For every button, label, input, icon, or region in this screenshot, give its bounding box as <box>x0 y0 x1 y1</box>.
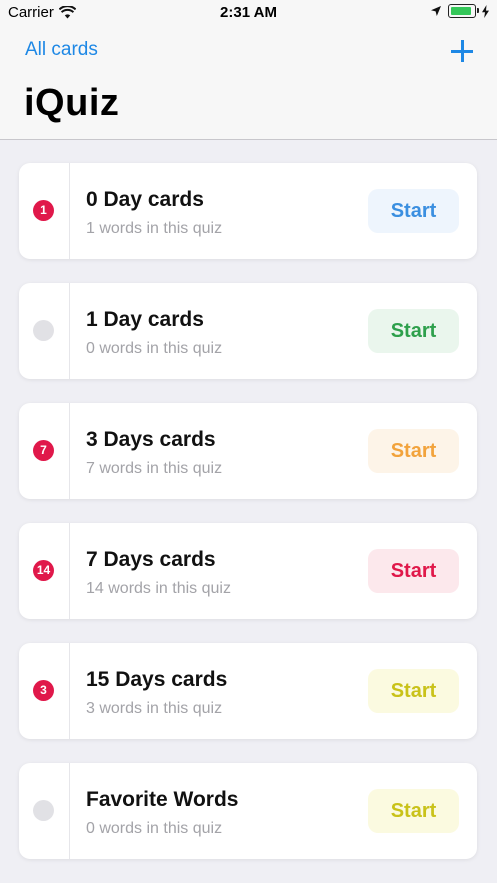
card-divider <box>69 763 70 859</box>
quiz-card-7-days[interactable]: 14 7 Days cards 14 words in this quiz St… <box>19 523 477 619</box>
quiz-title: 15 Days cards <box>86 668 228 691</box>
charging-bolt-icon <box>482 4 489 18</box>
navigation-bar: All cards iQuiz <box>0 26 497 140</box>
card-divider <box>69 403 70 499</box>
quiz-card-15-days[interactable]: 3 15 Days cards 3 words in this quiz Sta… <box>19 643 477 739</box>
battery-cap <box>477 8 479 13</box>
card-divider <box>69 283 70 379</box>
card-divider <box>69 163 70 259</box>
quiz-word-count: 1 words in this quiz <box>86 220 223 237</box>
start-button[interactable]: Start <box>368 789 459 833</box>
quiz-card-3-days[interactable]: 7 3 Days cards 7 words in this quiz Star… <box>19 403 477 499</box>
quiz-word-count: 0 words in this quiz <box>86 820 223 837</box>
count-badge: 3 <box>33 680 54 701</box>
quiz-title: 1 Day cards <box>86 308 204 331</box>
start-button[interactable]: Start <box>368 549 459 593</box>
quiz-card-favorite-words[interactable]: Favorite Words 0 words in this quiz Star… <box>19 763 477 859</box>
count-badge: 7 <box>33 440 54 461</box>
battery-level <box>451 7 471 15</box>
start-button[interactable]: Start <box>368 309 459 353</box>
quiz-title: 3 Days cards <box>86 428 216 451</box>
quiz-word-count: 14 words in this quiz <box>86 580 231 597</box>
location-arrow-icon <box>431 6 441 16</box>
plus-icon[interactable] <box>449 38 475 64</box>
quiz-title: 7 Days cards <box>86 548 216 571</box>
card-divider <box>69 523 70 619</box>
quiz-word-count: 0 words in this quiz <box>86 340 223 357</box>
count-badge <box>33 320 54 341</box>
card-divider <box>69 643 70 739</box>
quiz-title: Favorite Words <box>86 788 239 811</box>
quiz-list: 1 0 Day cards 1 words in this quiz Start… <box>19 163 477 883</box>
count-badge <box>33 800 54 821</box>
status-bar: Carrier 2:31 AM <box>0 0 497 26</box>
start-button[interactable]: Start <box>368 429 459 473</box>
battery-icon <box>448 4 479 18</box>
quiz-word-count: 7 words in this quiz <box>86 460 223 477</box>
status-time: 2:31 AM <box>220 4 277 21</box>
quiz-card-1-day[interactable]: 1 Day cards 0 words in this quiz Start <box>19 283 477 379</box>
all-cards-back-button[interactable]: All cards <box>25 39 98 61</box>
start-button[interactable]: Start <box>368 669 459 713</box>
quiz-word-count: 3 words in this quiz <box>86 700 223 717</box>
quiz-title: 0 Day cards <box>86 188 204 211</box>
count-badge: 1 <box>33 200 54 221</box>
status-bar-right <box>424 4 489 18</box>
page-title: iQuiz <box>24 82 120 124</box>
start-button[interactable]: Start <box>368 189 459 233</box>
quiz-card-0-day[interactable]: 1 0 Day cards 1 words in this quiz Start <box>19 163 477 259</box>
count-badge: 14 <box>33 560 54 581</box>
